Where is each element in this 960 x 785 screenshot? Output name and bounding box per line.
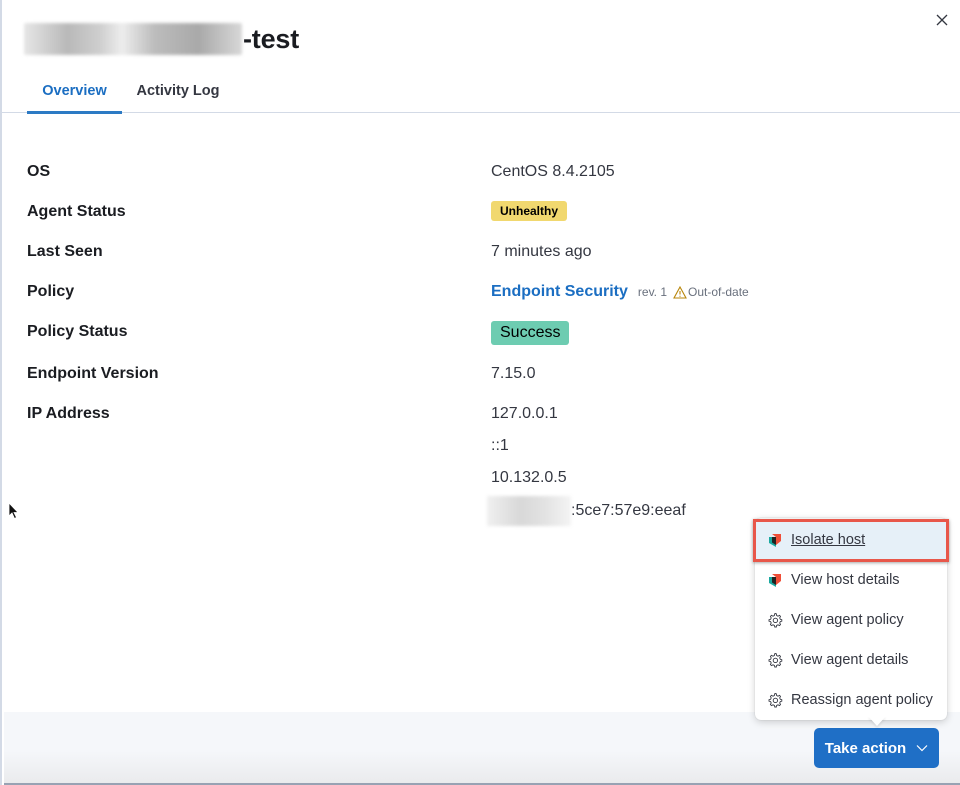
agent-status-value: Unhealthy (491, 201, 568, 221)
ip-address-suffix: :5ce7:57e9:eeaf (571, 502, 686, 519)
ip-address-value: 127.0.0.1 (491, 405, 558, 422)
redacted-hostname (24, 23, 242, 55)
chevron-down-icon (916, 745, 928, 752)
policy-outdated-text: Out-of-date (688, 285, 749, 299)
menu-item-label: View host details (791, 572, 900, 588)
flyout-title: -test (24, 22, 299, 56)
close-button[interactable] (932, 10, 952, 30)
ip-address-value: :5ce7:57e9:eeaf (487, 496, 686, 526)
menu-item-label: Isolate host (791, 532, 866, 548)
menu-item-reassign-agent-policy[interactable]: Reassign agent policy (755, 680, 947, 720)
policy-status-value: Success (491, 321, 570, 345)
policy-revision: rev. 1 (637, 285, 668, 299)
menu-item-label: View agent policy (791, 612, 904, 628)
take-action-label: Take action (824, 739, 907, 757)
menu-item-isolate-host[interactable]: Isolate host (755, 520, 947, 560)
ip-address-value: ::1 (491, 437, 509, 454)
os-label: OS (27, 163, 51, 180)
endpoint-version-value: 7.15.0 (491, 365, 536, 382)
last-seen-value: 7 minutes ago (491, 243, 592, 260)
endpoint-version-label: Endpoint Version (27, 365, 159, 382)
mouse-cursor-icon (8, 502, 19, 520)
policy-label: Policy (27, 283, 75, 300)
take-action-button[interactable]: Take action (814, 728, 939, 768)
endpoint-details-flyout: -test Overview Activity Log OS CentOS 8.… (0, 0, 960, 785)
menu-item-view-host-details[interactable]: View host details (755, 560, 947, 600)
gear-icon (767, 692, 783, 708)
tab-activity-log[interactable]: Activity Log (130, 68, 226, 113)
ip-address-label: IP Address (27, 405, 110, 422)
take-action-menu: Isolate host View host details View agen… (755, 518, 947, 720)
agent-status-label: Agent Status (27, 203, 126, 220)
os-value: CentOS 8.4.2105 (491, 163, 615, 180)
warning-icon (673, 285, 687, 299)
policy-status-label: Policy Status (27, 323, 128, 340)
title-suffix: -test (243, 23, 300, 54)
tab-overview[interactable]: Overview (27, 68, 122, 114)
menu-item-view-agent-details[interactable]: View agent details (755, 640, 947, 680)
redacted-ip-prefix (487, 496, 571, 526)
policy-status-badge[interactable]: Success (491, 321, 570, 345)
menu-item-label: View agent details (791, 652, 909, 668)
gear-icon (767, 612, 783, 628)
close-icon (936, 14, 948, 26)
menu-item-label: Reassign agent policy (791, 692, 933, 708)
security-app-icon (767, 532, 783, 548)
policy-outdated-warning: Out-of-date (673, 285, 749, 299)
tab-bar: Overview Activity Log (2, 68, 960, 114)
last-seen-label: Last Seen (27, 243, 103, 260)
policy-link[interactable]: Endpoint Security (491, 283, 628, 301)
policy-value: Endpoint Security rev. 1 Out-of-date (491, 283, 749, 301)
menu-item-view-agent-policy[interactable]: View agent policy (755, 600, 947, 640)
security-app-icon (767, 572, 783, 588)
ip-address-value: 10.132.0.5 (491, 469, 567, 486)
agent-status-badge: Unhealthy (491, 201, 568, 221)
gear-icon (767, 652, 783, 668)
menu-pointer-arrow (868, 716, 886, 726)
